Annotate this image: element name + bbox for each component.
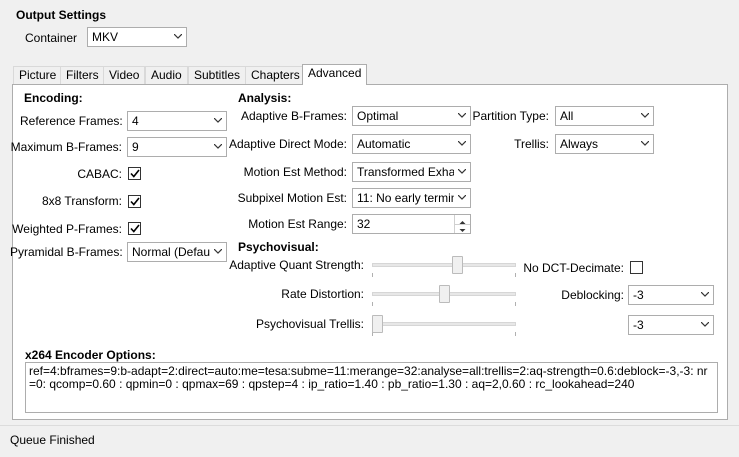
container-label: Container [25, 31, 78, 45]
max-bframes-label: Maximum B-Frames: [10, 140, 122, 154]
chevron-down-icon [170, 28, 186, 46]
slider-tick [372, 273, 373, 277]
transform8x8-checkbox[interactable] [128, 195, 141, 208]
subpixel-select[interactable]: 11: No early termin [352, 188, 471, 208]
x264-options-textarea[interactable]: ref=4:bframes=9:b-adapt=2:direct=auto:me… [25, 362, 718, 413]
reference-frames-label: Reference Frames: [20, 114, 123, 128]
cabac-checkbox[interactable] [128, 167, 141, 180]
slider-track [372, 263, 516, 267]
reference-frames-select[interactable]: 4 [127, 111, 227, 131]
adaptive-direct-select[interactable]: Automatic [352, 134, 471, 154]
deblocking-threshold-select[interactable]: -3 [628, 315, 714, 335]
slider-tick [515, 273, 516, 277]
chevron-down-icon [454, 107, 470, 125]
adaptive-bframes-value: Optimal [357, 109, 399, 123]
adaptive-direct-value: Automatic [357, 137, 411, 151]
psy-trellis-label: Psychovisual Trellis: [255, 317, 364, 331]
motion-method-label: Motion Est Method: [243, 165, 347, 179]
motion-range-value: 32 [357, 217, 371, 231]
no-dct-decimate-label: No DCT-Decimate: [523, 261, 624, 275]
subpixel-label: Subpixel Motion Est: [237, 191, 347, 205]
weighted-p-checkbox[interactable] [128, 222, 141, 235]
motion-range-spinner[interactable]: 32 [352, 214, 471, 234]
transform8x8-label: 8x8 Transform: [41, 194, 122, 208]
adaptive-direct-label: Adaptive Direct Mode: [228, 137, 347, 151]
chevron-down-icon [454, 189, 470, 207]
adaptive-bframes-select[interactable]: Optimal [352, 106, 471, 126]
status-bar: Queue Finished [0, 425, 739, 457]
spin-down-icon[interactable] [455, 224, 470, 233]
weighted-p-label: Weighted P-Frames: [12, 222, 122, 236]
analysis-heading: Analysis: [238, 91, 292, 105]
psy-trellis-slider[interactable] [372, 312, 516, 336]
slider-thumb[interactable] [452, 256, 463, 274]
aq-strength-label: Adaptive Quant Strength: [229, 258, 364, 272]
pyramidal-label: Pyramidal B-Frames: [10, 245, 123, 259]
partition-select[interactable]: All [555, 106, 654, 126]
deblocking-strength-select[interactable]: -3 [628, 285, 714, 305]
motion-method-select[interactable]: Transformed Exhau [352, 162, 471, 182]
rate-distortion-slider[interactable] [372, 282, 516, 306]
tab-advanced[interactable]: Advanced [302, 64, 368, 85]
slider-thumb[interactable] [372, 315, 383, 333]
status-text: Queue Finished [10, 433, 95, 447]
no-dct-decimate-checkbox[interactable] [630, 261, 643, 274]
deblocking-threshold-value: -3 [633, 318, 644, 332]
psychovisual-heading: Psychovisual: [238, 240, 319, 254]
deblocking-strength-value: -3 [633, 288, 644, 302]
max-bframes-value: 9 [132, 140, 139, 154]
chevron-down-icon [210, 112, 226, 130]
aq-strength-slider[interactable] [372, 253, 516, 277]
trellis-select[interactable]: Always [555, 134, 654, 154]
slider-tick [515, 302, 516, 306]
slider-track [372, 322, 516, 326]
pyramidal-value: Normal (Defau [132, 245, 210, 259]
reference-frames-value: 4 [132, 114, 139, 128]
trellis-value: Always [560, 137, 599, 151]
tab-picture[interactable]: Picture [13, 66, 63, 84]
pyramidal-select[interactable]: Normal (Defau [127, 242, 227, 262]
slider-thumb[interactable] [439, 285, 450, 303]
max-bframes-select[interactable]: 9 [127, 137, 227, 157]
rate-distortion-label: Rate Distortion: [281, 287, 364, 301]
chevron-down-icon [637, 135, 653, 153]
tab-filters[interactable]: Filters [60, 66, 105, 84]
spinner-buttons [454, 215, 470, 233]
chevron-down-icon [454, 163, 470, 181]
partition-label: Partition Type: [472, 109, 550, 123]
tab-video[interactable]: Video [103, 66, 146, 84]
tab-subtitles[interactable]: Subtitles [188, 66, 247, 84]
trellis-label: Trellis: [514, 137, 549, 151]
adaptive-bframes-label: Adaptive B-Frames: [240, 109, 347, 123]
partition-value: All [560, 109, 574, 123]
encoding-heading: Encoding: [24, 91, 83, 105]
chevron-down-icon [637, 107, 653, 125]
chevron-down-icon [697, 316, 713, 334]
deblocking-label: Deblocking: [561, 288, 624, 302]
x264-options-label: x264 Encoder Options: [25, 348, 156, 362]
tab-audio[interactable]: Audio [145, 66, 188, 84]
cabac-label: CABAC: [77, 167, 122, 181]
tab-chapters[interactable]: Chapters [245, 66, 306, 84]
slider-tick [515, 332, 516, 336]
output-settings-title: Output Settings [16, 8, 106, 22]
container-select[interactable]: MKV [87, 27, 187, 47]
slider-tick [372, 302, 373, 306]
chevron-down-icon [454, 135, 470, 153]
subpixel-value: 11: No early termin [357, 191, 454, 205]
chevron-down-icon [697, 286, 713, 304]
motion-range-label: Motion Est Range: [248, 217, 347, 231]
container-value: MKV [92, 30, 119, 44]
motion-method-value: Transformed Exhau [357, 165, 454, 179]
